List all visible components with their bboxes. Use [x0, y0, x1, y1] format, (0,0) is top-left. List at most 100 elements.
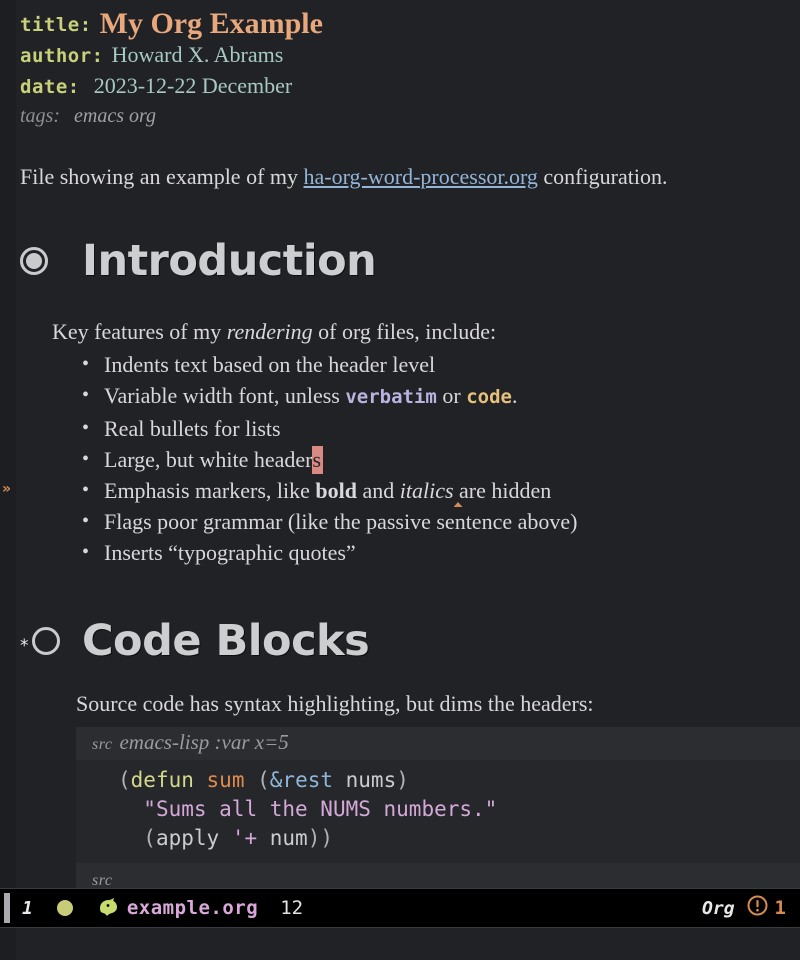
keyword-title-label: title:: [20, 14, 92, 36]
heading-bullet-wrap-code-blocks: *: [20, 627, 82, 655]
list-item: Variable width font, unless verbatim or …: [82, 380, 800, 413]
org-src-block[interactable]: src emacs-lisp :var x=5 (defun sum (&rest…: [76, 727, 800, 888]
gnu-emacs-icon: [97, 898, 119, 918]
src-end-tag: src: [92, 872, 113, 888]
code-token: defun: [130, 768, 194, 792]
list-item-text-part: are hidden: [459, 478, 552, 503]
modeline-error-count: 1: [774, 897, 786, 919]
document-author: Howard X. Abrams: [111, 42, 284, 67]
heading-bullet-wrap-introduction: [20, 247, 82, 275]
modeline-position: 12: [280, 897, 304, 919]
heading-code-blocks-label: Code Blocks: [82, 616, 370, 666]
list-item-text-part: .: [511, 383, 518, 408]
intro-paragraph: File showing an example of my ha-org-wor…: [20, 162, 800, 192]
section-body-code-blocks: Source code has syntax highlighting, but…: [20, 688, 800, 888]
document-date: 2023-12-22 December: [93, 73, 293, 98]
code-line: "Sums all the NUMS numbers.": [76, 795, 800, 824]
modeline-window-bar: [4, 893, 10, 923]
modeline-buffer-name[interactable]: example.org: [127, 897, 258, 919]
intro-text-before: File showing an example of my: [20, 164, 304, 189]
list-item: Inserts “typographic quotes”: [82, 537, 800, 568]
code-token: nums: [333, 768, 397, 792]
list-item-text: Flags poor grammar (like the passive sen…: [104, 509, 578, 534]
document-tags: emacs org: [74, 105, 157, 127]
code-token: )): [307, 826, 333, 850]
keyword-line-author: author: Howard X. Abrams: [20, 39, 800, 70]
open-ring-bullet-icon: [31, 627, 60, 655]
code-token: (: [257, 768, 270, 792]
keyword-line-title: title: My Org Example: [20, 8, 800, 39]
code-line: (apply '+ num)): [76, 824, 800, 853]
org-link-ha-org-word-processor[interactable]: ha-org-word-processor.org: [304, 164, 538, 189]
modeline-window-number: 1: [22, 897, 33, 919]
inline-code-text: code: [466, 386, 512, 408]
modeline-major-mode[interactable]: Org: [702, 898, 735, 919]
code-token: "Sums all the NUMS numbers.": [143, 797, 498, 821]
src-block-code[interactable]: (defun sum (&rest nums) "Sums all the NU…: [76, 760, 800, 863]
code-line: (defun sum (&rest nums): [76, 766, 800, 795]
section-body-introduction: Key features of my rendering of org file…: [20, 316, 800, 568]
lead-after-emphasis: of org files, include:: [312, 319, 497, 344]
modeline-right-group: Org 1: [702, 895, 786, 921]
grammar-warning-marker-icon: [454, 478, 460, 503]
list-item: Large, but white headers: [82, 444, 800, 475]
org-buffer[interactable]: » title: My Org Example author: Howard X. …: [0, 0, 800, 888]
introduction-feature-list: Indents text based on the header level V…: [52, 349, 800, 568]
heading-code-blocks[interactable]: * Code Blocks: [20, 610, 800, 672]
code-token: sum: [206, 768, 245, 792]
src-block-end-line: src: [76, 863, 800, 888]
list-item: Real bullets for lists: [82, 413, 800, 444]
list-item-text-part: Emphasis markers, like: [104, 478, 316, 503]
text-cursor: s: [312, 446, 322, 474]
modeline-error-indicator[interactable]: 1: [747, 895, 786, 921]
list-item-text: Real bullets for lists: [104, 416, 281, 441]
list-item: Flags poor grammar (like the passive sen…: [82, 506, 800, 537]
code-token: num: [257, 826, 308, 850]
introduction-lead-text: Key features of my rendering of org file…: [52, 316, 800, 347]
list-item: Indents text based on the header level: [82, 349, 800, 380]
code-blocks-lead-text: Source code has syntax highlighting, but…: [76, 691, 594, 716]
keyword-author-label: author:: [20, 45, 104, 67]
code-token: (: [118, 768, 131, 792]
lead-before-emphasis: Key features of my: [52, 319, 227, 344]
modeline-left-group: 1 example.org 12: [22, 897, 702, 919]
heading-introduction-label: Introduction: [82, 236, 377, 286]
fringe-warning-marker: »: [2, 481, 12, 497]
bold-text: bold: [315, 478, 357, 503]
keyword-line-date: date: 2023-12-22 December: [20, 70, 800, 101]
code-token: apply: [155, 826, 232, 850]
list-item-text-part: Large, but white header: [104, 447, 313, 472]
buffer-content: title: My Org Example author: Howard X. Ab…: [0, 0, 800, 888]
error-circle-icon: [747, 895, 768, 921]
lead-emphasis-rendering: rendering: [226, 319, 313, 344]
list-item: Emphasis markers, like bold and italics …: [82, 475, 800, 506]
list-item-text: Inserts “typographic quotes”: [104, 540, 356, 565]
echo-area-fringe: [0, 928, 16, 960]
list-item-text: Indents text based on the header level: [104, 352, 436, 377]
src-begin-tag: src: [92, 736, 113, 753]
keyword-tags-label: tags:: [20, 105, 60, 127]
intro-text-after: configuration.: [537, 164, 668, 189]
heading-stars: *: [20, 635, 29, 656]
italic-text: italics: [399, 478, 454, 503]
code-token: (: [143, 826, 156, 850]
buffer-modified-dot-icon[interactable]: [56, 900, 73, 916]
verbatim-text: verbatim: [345, 386, 437, 408]
list-item-text-part: and: [357, 478, 400, 503]
emacs-frame: » title: My Org Example author: Howard X. …: [0, 0, 800, 960]
document-title: My Org Example: [99, 7, 323, 40]
modeline[interactable]: 1 example.org 12 Org 1: [0, 888, 800, 928]
heading-introduction[interactable]: Introduction: [20, 230, 800, 292]
list-item-text-part: or: [436, 383, 467, 408]
keyword-date-label: date:: [20, 76, 80, 98]
src-begin-args: emacs-lisp :var x=5: [119, 730, 289, 754]
left-fringe: »: [0, 0, 16, 888]
code-token: &rest: [269, 768, 333, 792]
list-item-text-part: Variable width font, unless: [104, 383, 346, 408]
code-token: ): [396, 768, 409, 792]
echo-area[interactable]: [0, 928, 800, 960]
